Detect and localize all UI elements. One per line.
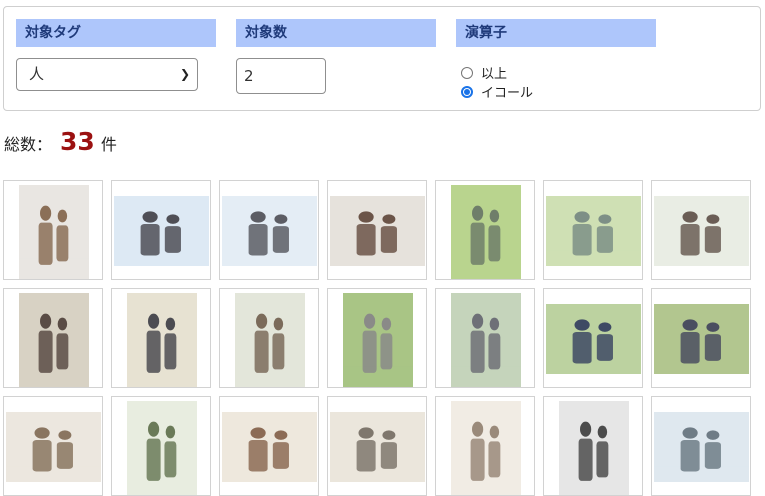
thumbnail-image	[127, 401, 197, 495]
thumbnail[interactable]	[111, 396, 211, 496]
filter-panel: 対象タグ 人 ❯ 対象数 2 演算子 以上 イコール	[3, 6, 761, 111]
thumbnail[interactable]	[651, 396, 751, 496]
thumbnail-image	[654, 304, 749, 374]
operator-option-gte-label: 以上	[481, 67, 508, 82]
tag-select-value: 人	[29, 65, 45, 83]
thumbnail-image	[19, 185, 89, 279]
thumbnail-image	[235, 293, 305, 387]
thumbnail[interactable]	[111, 180, 211, 280]
thumbnail[interactable]	[3, 180, 103, 280]
thumbnail[interactable]	[435, 288, 535, 388]
result-summary: 総数： 33 件	[4, 127, 117, 157]
operator-filter-label: 演算子	[456, 19, 656, 47]
operator-option-gte[interactable]: 以上	[461, 63, 507, 82]
thumbnail[interactable]	[435, 180, 535, 280]
thumbnail-image	[127, 293, 197, 387]
thumbnail-image	[222, 412, 317, 482]
thumbnail[interactable]	[651, 180, 751, 280]
radio-button-equal[interactable]	[461, 85, 473, 98]
count-filter-label: 対象数	[236, 19, 436, 47]
thumbnail-image	[330, 412, 425, 482]
thumbnail-image	[222, 196, 317, 266]
thumbnail-image	[546, 196, 641, 266]
thumbnail[interactable]	[219, 180, 319, 280]
tag-filter-group: 対象タグ 人 ❯	[16, 19, 216, 91]
thumbnail[interactable]	[3, 288, 103, 388]
operator-filter-group: 演算子 以上 イコール	[456, 19, 656, 101]
thumbnail[interactable]	[543, 396, 643, 496]
thumbnail-image	[451, 293, 521, 387]
tag-filter-label: 対象タグ	[16, 19, 216, 47]
summary-unit: 件	[100, 135, 117, 154]
thumbnail-grid	[3, 180, 763, 496]
thumbnail[interactable]	[327, 288, 427, 388]
thumbnail-image	[343, 293, 413, 387]
thumbnail[interactable]	[543, 288, 643, 388]
thumbnail-image	[451, 185, 521, 279]
thumbnail[interactable]	[651, 288, 751, 388]
chevron-down-icon: ❯	[179, 67, 190, 81]
tag-select[interactable]: 人 ❯	[16, 58, 198, 91]
thumbnail[interactable]	[543, 180, 643, 280]
thumbnail-image	[19, 293, 89, 387]
thumbnail[interactable]	[327, 396, 427, 496]
thumbnail[interactable]	[435, 396, 535, 496]
operator-option-equal[interactable]: イコール	[461, 82, 533, 101]
thumbnail[interactable]	[219, 396, 319, 496]
thumbnail-image	[559, 401, 629, 495]
thumbnail[interactable]	[219, 288, 319, 388]
count-filter-group: 対象数 2	[236, 19, 436, 94]
summary-prefix: 総数：	[4, 135, 53, 154]
thumbnail[interactable]	[327, 180, 427, 280]
thumbnail-image	[114, 196, 209, 266]
count-input[interactable]: 2	[236, 58, 326, 94]
thumbnail-image	[451, 401, 521, 495]
radio-button-gte[interactable]	[461, 66, 473, 79]
thumbnail-image	[546, 304, 641, 374]
thumbnail-image	[6, 412, 101, 482]
thumbnail-image	[654, 412, 749, 482]
thumbnail[interactable]	[111, 288, 211, 388]
operator-option-equal-label: イコール	[481, 86, 534, 101]
thumbnail-image	[330, 196, 425, 266]
result-count: 33	[60, 127, 95, 156]
thumbnail-image	[654, 196, 749, 266]
thumbnail[interactable]	[3, 396, 103, 496]
